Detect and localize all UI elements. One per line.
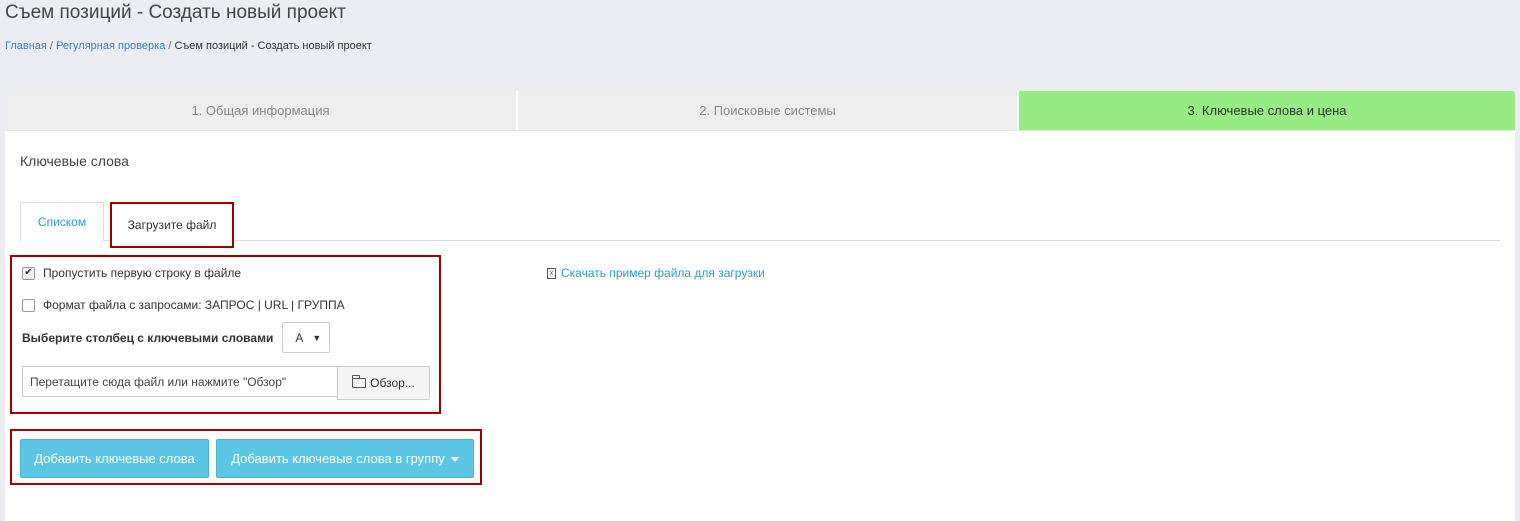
step-search-engines[interactable]: 2. Поисковые системы (518, 91, 1019, 130)
skip-first-row-option[interactable]: ✔ Пропустить первую строку в файле (22, 266, 241, 280)
excel-file-icon: x (547, 267, 556, 279)
keyword-column-row: Выберите столбец с ключевыми словами A ▼ (22, 322, 331, 353)
wizard-steps: 1. Общая информация 2. Поисковые системы… (5, 91, 1515, 131)
tab-list[interactable]: Списком (20, 202, 104, 241)
skip-first-row-checkbox[interactable]: ✔ (22, 266, 35, 280)
breadcrumb-separator: / (46, 40, 57, 52)
download-sample-label: Скачать пример файла для загрузки (561, 266, 765, 280)
tabs-divider (20, 240, 1500, 241)
add-keywords-label: Добавить ключевые слова (34, 451, 195, 466)
section-title: Ключевые слова (20, 153, 129, 169)
browse-button-label: Обзор... (370, 376, 415, 390)
keyword-column-select[interactable]: A ▼ (282, 322, 331, 353)
breadcrumb-current: Съем позиций - Создать новый проект (174, 40, 372, 52)
breadcrumb-regular-link[interactable]: Регулярная проверка (56, 40, 165, 52)
step-general-info[interactable]: 1. Общая информация (5, 91, 518, 130)
keyword-column-value: A (295, 330, 304, 345)
tab-upload-file[interactable]: Загрузите файл (110, 202, 234, 248)
upload-options-panel: ✔ Пропустить первую строку в файле Форма… (10, 255, 441, 414)
actions-panel: Добавить ключевые слова Добавить ключевы… (10, 429, 482, 485)
skip-first-row-label: Пропустить первую строку в файле (43, 266, 242, 280)
breadcrumb-home-link[interactable]: Главная (5, 40, 47, 52)
file-format-checkbox[interactable] (22, 298, 35, 312)
add-keywords-to-group-button[interactable]: Добавить ключевые слова в группу (216, 439, 474, 478)
file-format-label: Формат файла с запросами: ЗАПРОС | URL |… (43, 298, 345, 312)
folder-open-icon (352, 375, 367, 388)
browse-button[interactable]: Обзор... (337, 366, 430, 400)
file-drop-input[interactable]: Перетащите сюда файл или нажмите "Обзор" (22, 366, 338, 397)
breadcrumb: Главная / Регулярная проверка / Съем поз… (5, 40, 372, 52)
add-keywords-to-group-label: Добавить ключевые слова в группу (231, 451, 445, 466)
caret-down-icon: ▼ (312, 332, 322, 343)
page-title: Съем позиций - Создать новый проект (5, 2, 346, 23)
add-keywords-button[interactable]: Добавить ключевые слова (20, 439, 209, 478)
keyword-column-label: Выберите столбец с ключевыми словами (22, 330, 274, 345)
caret-down-icon (450, 456, 459, 462)
file-format-option[interactable]: Формат файла с запросами: ЗАПРОС | URL |… (22, 298, 345, 312)
wizard-card: 1. Общая информация 2. Поисковые системы… (5, 91, 1515, 521)
step-keywords-price[interactable]: 3. Ключевые слова и цена (1019, 91, 1515, 130)
download-sample-link[interactable]: x Скачать пример файла для загрузки (547, 266, 765, 280)
